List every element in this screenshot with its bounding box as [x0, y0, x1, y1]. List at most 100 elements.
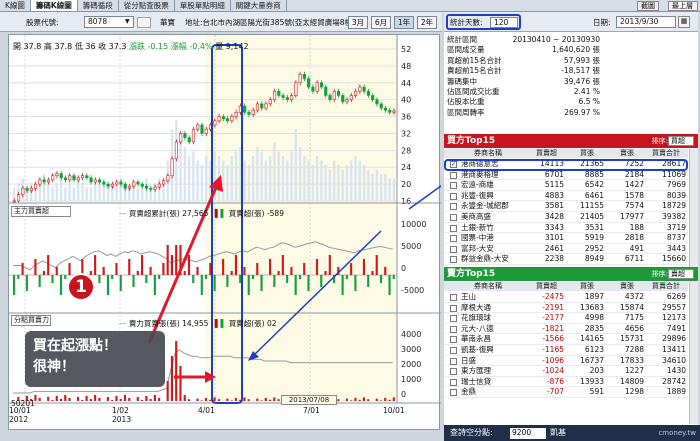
- broker-row[interactable]: 東方匯理 -1024 203 1227 1430: [444, 366, 688, 377]
- date-input[interactable]: 2013/9/30: [616, 16, 676, 28]
- x-tick-3: 4/01: [198, 406, 215, 415]
- branch-code-input[interactable]: 9200: [510, 428, 546, 439]
- branch-power-select[interactable]: 分點買賣力: [11, 315, 51, 326]
- broker-row[interactable]: 凱基-復興 -1165 6123 7288 13411: [444, 345, 688, 356]
- broker-row[interactable]: 兆豐-復興 4883 6461 1578 8039: [444, 191, 688, 202]
- buy-col-sell[interactable]: 賣張: [620, 149, 634, 158]
- row-checkbox[interactable]: [450, 357, 457, 365]
- broker-row[interactable]: 金鼎 -707 591 1298 1889: [444, 387, 688, 398]
- broker-row[interactable]: 花旗環球 -2177 4998 7175 12173: [444, 313, 688, 324]
- broker-row[interactable]: 美商高盛 3428 21405 17977 39382: [444, 212, 688, 223]
- candle-body: [366, 90, 370, 96]
- candle-body: [260, 103, 264, 109]
- row-checkbox[interactable]: [450, 256, 457, 264]
- sell-scrollbar[interactable]: [689, 282, 698, 424]
- broker-row[interactable]: 國票-中港 3101 5919 2818 8737: [444, 233, 688, 244]
- sell-col-sell[interactable]: 賣張: [620, 282, 634, 291]
- stock-code-dropdown-icon[interactable]: ▼: [125, 18, 130, 25]
- sell-col-buy[interactable]: 買張: [580, 282, 594, 291]
- stats-value: -18,517 張: [561, 66, 600, 76]
- branch-bar: [106, 397, 109, 401]
- row-checkbox[interactable]: [450, 235, 457, 243]
- candle-body: [290, 95, 294, 100]
- buy-sort-select[interactable]: 買超: [668, 136, 694, 146]
- calendar-icon[interactable]: ▦: [678, 16, 690, 28]
- main-force-bar: [145, 275, 148, 283]
- broker-row[interactable]: 摩根大通 -2191 13683 15874 29557: [444, 303, 688, 314]
- tab-kline[interactable]: K線圖: [0, 0, 31, 11]
- broker-cell: 1298: [624, 387, 644, 397]
- buy-col-broker[interactable]: 券商名稱: [474, 149, 502, 158]
- panel2-tick-label: 5000: [401, 242, 421, 251]
- buy-scrollbar[interactable]: [689, 149, 698, 267]
- broker-row[interactable]: 華南永昌 -1566 14165 15731 29896: [444, 334, 688, 345]
- row-checkbox[interactable]: [450, 347, 457, 354]
- tab-key-broker[interactable]: 關鍵大量券商: [231, 0, 287, 11]
- volume-bar: [264, 160, 268, 201]
- chip-kline-chart[interactable]: 52 48 44 40 36 32 28 24 20 16 10000 5000 0 -5000 400…: [8, 34, 441, 430]
- row-checkbox[interactable]: [450, 245, 457, 253]
- broker-row[interactable]: 永豐金-城紹郡 3581 11155 7574 18729: [444, 201, 688, 212]
- tab-chip-cycle[interactable]: 籌碼循段: [78, 0, 119, 11]
- row-checkbox[interactable]: [450, 304, 457, 312]
- screenshot-button[interactable]: 截圖: [637, 1, 659, 11]
- branch-bar: [166, 381, 169, 401]
- row-checkbox[interactable]: [450, 203, 457, 211]
- period-1y-button[interactable]: 1年: [394, 16, 414, 29]
- row-checkbox[interactable]: [450, 368, 457, 376]
- candle-body: [72, 175, 76, 181]
- broker-row[interactable]: 王山 -2475 1897 4372 6269: [444, 292, 688, 303]
- row-checkbox[interactable]: [450, 182, 457, 190]
- buy-col-buy[interactable]: 買張: [580, 149, 594, 158]
- broker-row[interactable]: 元大-八德 -1821 2835 4656 7491: [444, 324, 688, 335]
- period-3m-button[interactable]: 3月: [348, 16, 368, 29]
- broker-row[interactable]: 瑞士信貸 -876 13933 14809 28742: [444, 377, 688, 388]
- buy-col-net[interactable]: 買賣超: [536, 149, 557, 158]
- row-checkbox[interactable]: [450, 224, 457, 232]
- main-force-bar: [286, 275, 289, 283]
- tab-branch-stock[interactable]: 從分點查股票: [119, 0, 175, 11]
- legend-bar-icon-green-2: ▌: [220, 319, 227, 328]
- row-checkbox[interactable]: [450, 378, 457, 386]
- main-force-select[interactable]: 主力買賣超: [11, 206, 71, 217]
- candle-body: [16, 194, 21, 202]
- volume-bar: [277, 151, 280, 201]
- sell-col-broker[interactable]: 券商名稱: [474, 282, 502, 291]
- row-checkbox[interactable]: [450, 325, 457, 333]
- stats-key: 區間成交量: [447, 45, 485, 55]
- buy-col-total[interactable]: 買賣合計: [652, 149, 680, 158]
- search-button[interactable]: [137, 17, 151, 28]
- main-force-bar: [64, 275, 67, 279]
- row-checkbox[interactable]: [450, 294, 457, 301]
- tab-chip-kline[interactable]: 籌碼K線圖: [30, 0, 78, 11]
- legend-line-icon: —: [119, 209, 127, 218]
- row-checkbox[interactable]: [450, 192, 457, 200]
- period-2y-button[interactable]: 2年: [417, 16, 437, 29]
- sell-sort-select[interactable]: 賣超: [668, 269, 694, 279]
- always-on-top-checkbox[interactable]: 最上層: [668, 1, 698, 11]
- stat-days-select[interactable]: 120: [490, 17, 518, 28]
- period-6m-button[interactable]: 6月: [371, 16, 391, 29]
- broker-row[interactable]: 群益金鼎-大安 2238 8949 6711 15660: [444, 254, 688, 265]
- broker-cell: 3443: [666, 243, 686, 253]
- broker-row[interactable]: 日盛 -1096 16737 17833 34610: [444, 356, 688, 367]
- broker-row[interactable]: 土銀-新竹 3343 3531 188 3719: [444, 223, 688, 234]
- branch-bar: [81, 400, 84, 401]
- row-checkbox[interactable]: [450, 214, 457, 221]
- stats-row: 買超前15名合計 57,993 張: [444, 56, 698, 66]
- broker-row[interactable]: 港商麥格理 6701 8885 2184 11069: [444, 170, 688, 181]
- row-checkbox[interactable]: [450, 315, 457, 323]
- volume-bar: [47, 183, 50, 201]
- tab-single-detail[interactable]: 單股單點明細: [175, 0, 231, 11]
- sell-col-total[interactable]: 買賣合計: [652, 282, 680, 291]
- broker-cell: -1566: [542, 334, 564, 344]
- branch-bar: [226, 398, 229, 401]
- main-force-bar: [136, 271, 139, 275]
- price-tick-label: 52: [401, 45, 411, 54]
- row-checkbox[interactable]: [450, 336, 457, 344]
- sell-col-net[interactable]: 買賣超: [536, 282, 557, 291]
- row-checkbox[interactable]: [450, 171, 457, 179]
- broker-row[interactable]: 宏遠-商雄 5115 6542 1427 7969: [444, 180, 688, 191]
- row-checkbox[interactable]: [450, 389, 457, 397]
- broker-row[interactable]: 富邦-大安 2461 2952 491 3443: [444, 244, 688, 255]
